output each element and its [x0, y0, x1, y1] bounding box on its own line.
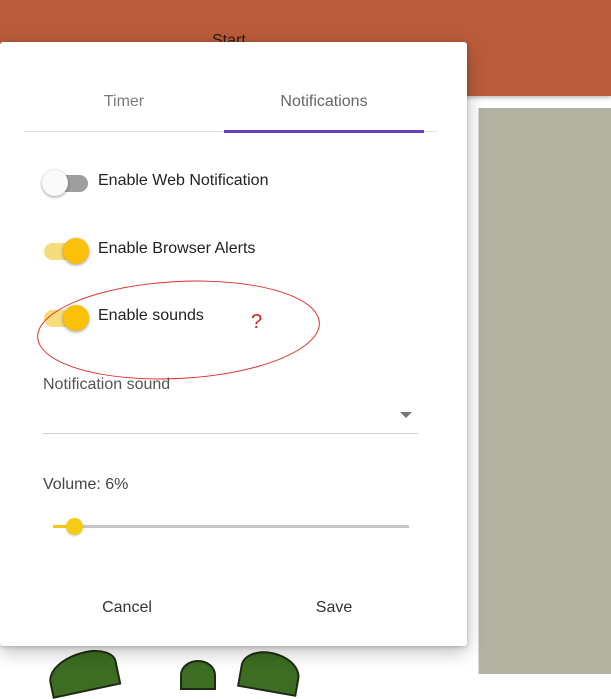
toggle-knob [42, 170, 68, 196]
browser-alerts-label: Enable Browser Alerts [98, 240, 256, 257]
background-panel [478, 108, 611, 674]
active-tab-indicator [224, 130, 424, 133]
toggle-knob [63, 305, 89, 331]
sounds-label: Enable sounds [98, 307, 204, 324]
annotation-question-mark: ? [251, 311, 263, 333]
plant-leaf-icon [180, 660, 216, 690]
tab-notifications[interactable]: Notifications [224, 42, 424, 132]
web-notification-label: Enable Web Notification [98, 172, 269, 189]
dropdown-arrow-icon [400, 412, 412, 418]
browser-alerts-toggle[interactable]: Enable Browser Alerts [42, 235, 422, 265]
volume-slider[interactable] [53, 516, 409, 538]
cancel-button[interactable]: Cancel [67, 590, 187, 626]
slider-thumb[interactable] [66, 518, 84, 535]
sounds-toggle[interactable]: Enable sounds [42, 302, 422, 332]
toggle-knob [63, 238, 89, 264]
tab-timer[interactable]: Timer [24, 42, 224, 132]
settings-dialog: Timer Notifications [0, 42, 467, 646]
notification-sound-select[interactable] [43, 398, 418, 434]
save-button[interactable]: Save [274, 590, 394, 626]
tab-bar: Timer Notifications [24, 42, 437, 133]
notification-sound-label: Notification sound [43, 376, 171, 393]
slider-rail [53, 525, 409, 528]
web-notification-toggle[interactable]: Enable Web Notification [42, 167, 422, 197]
volume-label: Volume: 6% [43, 476, 129, 493]
